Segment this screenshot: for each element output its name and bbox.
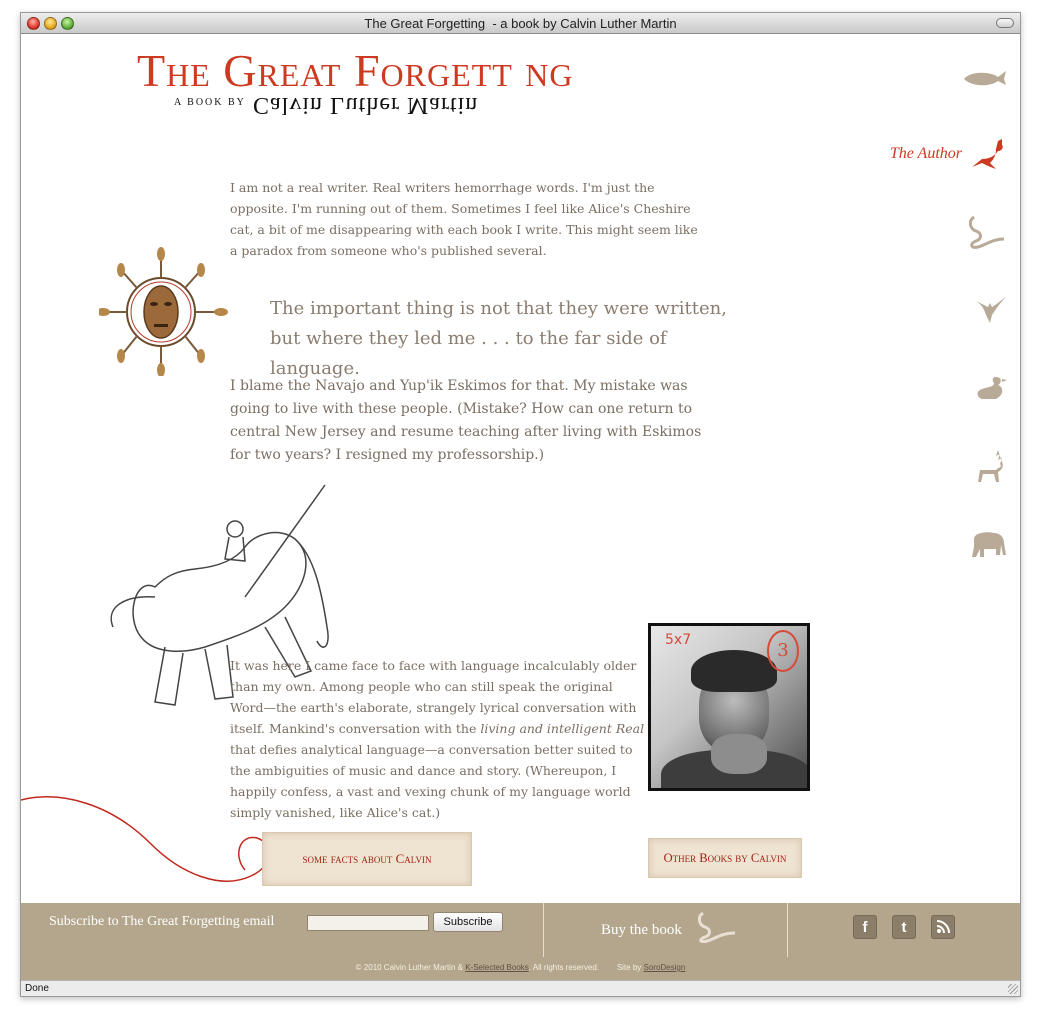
byline-author: Calvin Luther Martin <box>253 92 479 118</box>
author-photo-hair <box>691 650 777 692</box>
status-text: Done <box>25 983 49 994</box>
author-photo: 5x7 3 <box>648 623 810 791</box>
nav-item-caribou[interactable] <box>972 446 1008 486</box>
toolbar-toggle-button[interactable] <box>996 18 1014 28</box>
footer-social-section: f t <box>789 903 1020 957</box>
pull-quote-line1: The important thing is not that they wer… <box>270 298 727 319</box>
duck-icon <box>974 373 1008 403</box>
intro-paragraph: I am not a real writer. Real writers hem… <box>230 180 698 258</box>
footer-buy-section[interactable]: Buy the book <box>545 903 788 957</box>
site-by-text: Site by <box>616 963 644 972</box>
nav-label-author: The Author <box>889 145 962 162</box>
copyright-text: © 2010 Calvin Luther Martin & <box>355 963 466 972</box>
nav-item-whale[interactable] <box>962 58 1008 98</box>
nav-item-author[interactable]: The Author <box>890 134 1008 174</box>
kangaroo-icon <box>968 137 1008 171</box>
other-books-link[interactable]: Other Books by Calvin <box>648 838 802 878</box>
resize-grip[interactable] <box>1008 984 1018 994</box>
language-paragraph-part2: that defies analytical language—a conver… <box>230 742 633 820</box>
navajo-paragraph: I blame the Navajo and Yup'ik Eskimos fo… <box>230 378 702 463</box>
whale-icon <box>962 67 1008 89</box>
facts-about-calvin-link[interactable]: some facts about Calvin <box>262 832 472 886</box>
subscribe-label: Subscribe to The Great Forgetting email <box>49 914 275 929</box>
nav-item-elephant[interactable] <box>970 524 1008 564</box>
photo-size-mark: 5x7 <box>665 632 692 648</box>
facebook-icon[interactable]: f <box>853 915 877 939</box>
nav-item-bat[interactable] <box>974 290 1008 330</box>
bat-icon <box>974 295 1008 325</box>
sorodesign-link[interactable]: SoroDesign <box>644 963 686 972</box>
status-bar: Done <box>21 980 1020 996</box>
copyright-line: © 2010 Calvin Luther Martin & K-Selected… <box>21 963 1020 972</box>
snake-icon <box>964 213 1008 251</box>
buy-the-book-link[interactable]: Buy the book <box>601 922 682 939</box>
pull-quote: The important thing is not that they wer… <box>270 294 750 384</box>
k-selected-books-link[interactable]: K-Selected Books <box>465 963 529 972</box>
elephant-icon <box>970 529 1008 559</box>
red-thread-decoration <box>21 796 275 882</box>
copyright-suffix: . All rights reserved. <box>528 963 600 972</box>
footer: Subscribe to The Great Forgetting email … <box>21 903 1020 980</box>
subscribe-email-input[interactable] <box>307 915 429 931</box>
language-paragraph-emphasis: living and intelligent Real <box>480 721 645 736</box>
page-content: The Great Forgett ng A BOOK BY Calvin Lu… <box>21 34 1020 980</box>
subscribe-button[interactable]: Subscribe <box>433 912 503 932</box>
window-titlebar: The Great Forgetting - a book by Calvin … <box>21 13 1020 34</box>
language-paragraph: It was here I came face to face with lan… <box>230 655 650 823</box>
footer-subscribe-section: Subscribe to The Great Forgetting email … <box>21 903 544 957</box>
nav-item-duck[interactable] <box>974 368 1008 408</box>
window-title: The Great Forgetting - a book by Calvin … <box>364 16 677 31</box>
twitter-icon[interactable]: t <box>892 915 916 939</box>
caribou-icon <box>972 448 1008 484</box>
byline-prefix: A BOOK BY <box>174 97 246 108</box>
rss-icon[interactable] <box>931 915 955 939</box>
nav-item-snake[interactable] <box>964 212 1008 252</box>
photo-number-mark: 3 <box>767 630 799 672</box>
browser-window: The Great Forgetting - a book by Calvin … <box>20 12 1021 997</box>
site-title[interactable]: The Great Forgett ng <box>137 48 573 94</box>
snake-icon <box>693 909 737 949</box>
author-photo-hand <box>711 734 767 774</box>
side-nav: The Author <box>870 34 1020 594</box>
yupik-mask-illustration <box>99 247 228 376</box>
